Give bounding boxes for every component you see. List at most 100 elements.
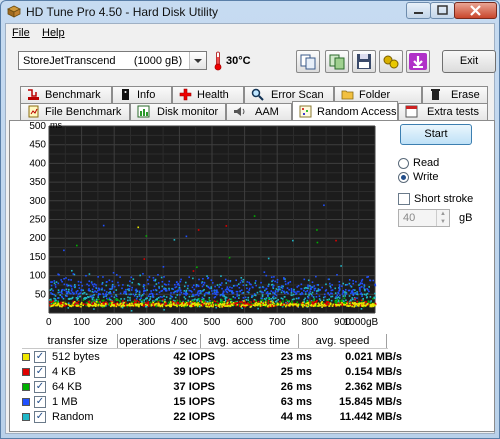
magnifier-icon: [251, 88, 264, 101]
tab-erase[interactable]: Erase: [422, 86, 488, 103]
series-checkbox[interactable]: ✓: [34, 381, 46, 393]
file-benchmark-icon: [28, 105, 39, 118]
series-checkbox[interactable]: ✓: [34, 351, 46, 363]
download-button[interactable]: [406, 50, 430, 73]
tab-random-access-label: Random Access: [317, 106, 397, 118]
tab-health[interactable]: Health: [172, 86, 244, 103]
col-access-time: avg. access time: [208, 335, 290, 347]
drive-select-value: StoreJetTranscend (1000 gB): [23, 55, 183, 67]
disk-monitor-icon: [137, 105, 150, 118]
copy-text-icon: [300, 54, 316, 70]
menu-help-label: Help: [42, 27, 65, 39]
transfer-size-cell: 1 MB: [52, 396, 78, 408]
result-row: ✓ Random 22 IOPS 44 ms 11.442 MB/s: [22, 410, 412, 425]
short-stroke-unit: gB: [459, 212, 473, 224]
maximize-button[interactable]: [430, 2, 455, 19]
transfer-size-cell: 4 KB: [52, 366, 76, 378]
chevron-down-icon[interactable]: [189, 52, 206, 69]
series-color-swatch: [22, 353, 30, 361]
copy-screenshot-button[interactable]: [325, 50, 349, 73]
series-color-swatch: [22, 413, 30, 421]
extra-tests-icon: [405, 105, 418, 118]
access-time-cell: 44 ms: [280, 411, 312, 423]
app-icon: [7, 5, 21, 18]
random-access-icon: [299, 105, 312, 118]
title-bar[interactable]: HD Tune Pro 4.50 - Hard Disk Utility: [1, 1, 499, 23]
operations-cell: 22 IOPS: [173, 411, 215, 423]
col-divider: [117, 334, 118, 348]
operations-cell: 15 IOPS: [173, 396, 215, 408]
close-button[interactable]: [454, 2, 497, 19]
tab-random-access[interactable]: Random Access: [292, 101, 398, 120]
tab-disk-monitor[interactable]: Disk monitor: [130, 103, 226, 120]
menu-file-label: File: [12, 27, 30, 39]
minimize-icon: [414, 12, 423, 14]
info-icon: [122, 89, 129, 100]
benchmark-icon: [28, 89, 39, 100]
tab-benchmark-label: Benchmark: [45, 89, 101, 101]
exit-button[interactable]: Exit: [442, 50, 496, 73]
operations-cell: 39 IOPS: [173, 366, 215, 378]
access-time-cell: 26 ms: [280, 381, 312, 393]
tab-health-label: Health: [197, 89, 229, 101]
result-row: ✓ 512 bytes 42 IOPS 23 ms 0.021 MB/s: [22, 350, 412, 365]
tab-disk-monitor-label: Disk monitor: [157, 106, 219, 118]
short-stroke-spinner[interactable]: 40 ▲ ▼: [398, 209, 450, 227]
result-row: ✓ 4 KB 39 IOPS 25 ms 0.154 MB/s: [22, 365, 412, 380]
folder-icon: [341, 90, 354, 100]
options-icon: [383, 55, 399, 69]
access-time-cell: 25 ms: [280, 366, 312, 378]
download-icon: [409, 53, 427, 70]
header-rule: [22, 348, 388, 349]
start-button[interactable]: Start: [400, 124, 472, 145]
tab-error-scan-label: Error Scan: [271, 89, 324, 101]
copy-text-button[interactable]: [296, 50, 320, 73]
write-radio[interactable]: [398, 172, 409, 183]
series-color-swatch: [22, 398, 30, 406]
result-row: ✓ 1 MB 15 IOPS 63 ms 15.845 MB/s: [22, 395, 412, 410]
minimize-button[interactable]: [406, 2, 431, 19]
transfer-size-cell: 64 KB: [52, 381, 82, 393]
save-button[interactable]: [352, 50, 376, 73]
short-stroke-value: 40: [403, 212, 416, 224]
thermometer-icon: [214, 51, 222, 71]
col-divider: [386, 334, 387, 348]
transfer-size-cell: Random: [52, 411, 94, 423]
write-radio-label: Write: [413, 171, 439, 183]
tab-erase-label: Erase: [451, 89, 480, 101]
tab-info[interactable]: Info: [112, 86, 172, 103]
window-title: HD Tune Pro 4.50 - Hard Disk Utility: [26, 5, 219, 19]
speaker-icon: [234, 107, 245, 116]
col-operations: operations / sec: [119, 335, 197, 347]
menu-help[interactable]: Help: [42, 27, 65, 39]
col-divider: [298, 334, 299, 348]
col-divider: [200, 334, 201, 348]
tab-benchmark[interactable]: Benchmark: [20, 86, 112, 103]
col-transfer-size: transfer size: [47, 335, 108, 347]
tab-file-benchmark[interactable]: File Benchmark: [20, 103, 130, 120]
read-radio-label: Read: [413, 157, 440, 169]
tab-extra-tests[interactable]: Extra tests: [398, 103, 488, 120]
tab-aam[interactable]: AAM: [226, 103, 292, 120]
tab-extra-tests-label: Extra tests: [427, 106, 479, 118]
result-row: ✓ 64 KB 37 IOPS 26 ms 2.362 MB/s: [22, 380, 412, 395]
options-button[interactable]: [379, 50, 403, 73]
spin-down-icon[interactable]: ▼: [436, 218, 449, 226]
temperature-readout: 30°C: [226, 55, 251, 67]
series-checkbox[interactable]: ✓: [34, 366, 46, 378]
avg-speed-cell: 0.154 MB/s: [345, 366, 402, 378]
maximize-icon: [437, 5, 448, 15]
short-stroke-label: Short stroke: [414, 193, 474, 205]
short-stroke-checkbox[interactable]: [398, 193, 410, 205]
drive-select[interactable]: StoreJetTranscend (1000 gB): [18, 51, 207, 70]
transfer-size-cell: 512 bytes: [52, 351, 100, 363]
series-checkbox[interactable]: ✓: [34, 411, 46, 423]
avg-speed-cell: 2.362 MB/s: [345, 381, 402, 393]
menu-file[interactable]: File: [12, 27, 30, 39]
spin-up-icon[interactable]: ▲: [436, 210, 449, 218]
health-cross-icon: [179, 88, 192, 101]
access-time-cell: 63 ms: [280, 396, 312, 408]
series-checkbox[interactable]: ✓: [34, 396, 46, 408]
read-radio[interactable]: [398, 158, 409, 169]
close-icon: [470, 5, 481, 16]
